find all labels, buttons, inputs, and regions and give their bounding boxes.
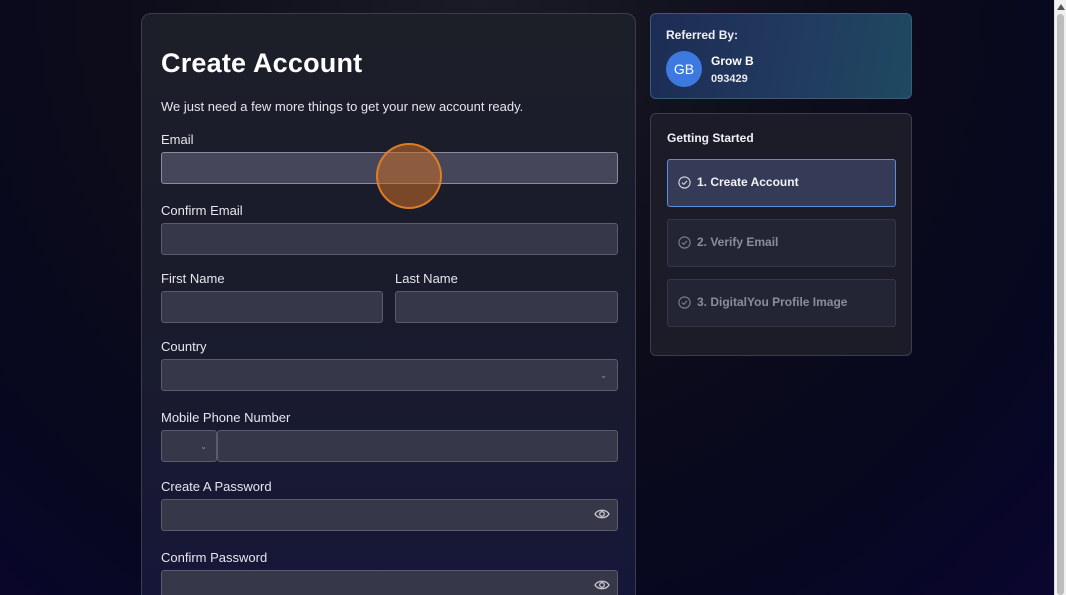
page-title: Create Account [161, 48, 363, 78]
scroll-up-arrow-icon[interactable] [1057, 4, 1065, 10]
avatar: GB [666, 51, 702, 87]
step-label: 2. Verify Email [697, 235, 779, 249]
getting-started-panel: Getting Started 1. Create Account 2. Ver… [650, 113, 912, 356]
chevron-down-icon: ⌄ [200, 442, 207, 451]
confirm-password-field[interactable] [161, 570, 618, 595]
step-create-account[interactable]: 1. Create Account [667, 159, 896, 207]
page-subtitle: We just need a few more things to get yo… [161, 99, 524, 114]
first-name-label: First Name [161, 271, 225, 286]
mobile-label: Mobile Phone Number [161, 410, 291, 425]
page-scrollbar[interactable] [1054, 0, 1066, 595]
step-profile-image[interactable]: 3. DigitalYou Profile Image [667, 279, 896, 327]
step-label: 3. DigitalYou Profile Image [697, 295, 848, 309]
confirm-email-field[interactable] [161, 223, 618, 255]
chevron-down-icon: ⌄ [600, 371, 607, 380]
scrollbar-thumb[interactable] [1057, 14, 1064, 595]
eye-icon[interactable] [594, 579, 610, 591]
confirm-email-label: Confirm Email [161, 203, 243, 218]
getting-started-title: Getting Started [667, 131, 754, 145]
mobile-phone-field[interactable] [217, 430, 618, 462]
step-label: 1. Create Account [697, 175, 799, 189]
check-circle-icon [678, 296, 691, 309]
country-select[interactable]: ⌄ [161, 359, 618, 391]
first-name-field[interactable] [161, 291, 383, 323]
check-circle-icon [678, 176, 691, 189]
country-code-select[interactable]: ⌄ [161, 430, 217, 462]
referral-card: Referred By: GB Grow B 093429 [650, 13, 912, 99]
referrer-name: Grow B [711, 54, 754, 68]
country-label: Country [161, 339, 207, 354]
email-label: Email [161, 132, 194, 147]
step-verify-email[interactable]: 2. Verify Email [667, 219, 896, 267]
confirm-password-label: Confirm Password [161, 550, 268, 565]
check-circle-icon [678, 236, 691, 249]
create-account-form: Create Account We just need a few more t… [141, 13, 636, 595]
last-name-field[interactable] [395, 291, 618, 323]
click-indicator [376, 143, 442, 209]
eye-icon[interactable] [594, 508, 610, 520]
last-name-label: Last Name [395, 271, 458, 286]
referral-title: Referred By: [666, 28, 739, 42]
password-field[interactable] [161, 499, 618, 531]
referrer-code: 093429 [711, 73, 748, 85]
password-label: Create A Password [161, 479, 272, 494]
